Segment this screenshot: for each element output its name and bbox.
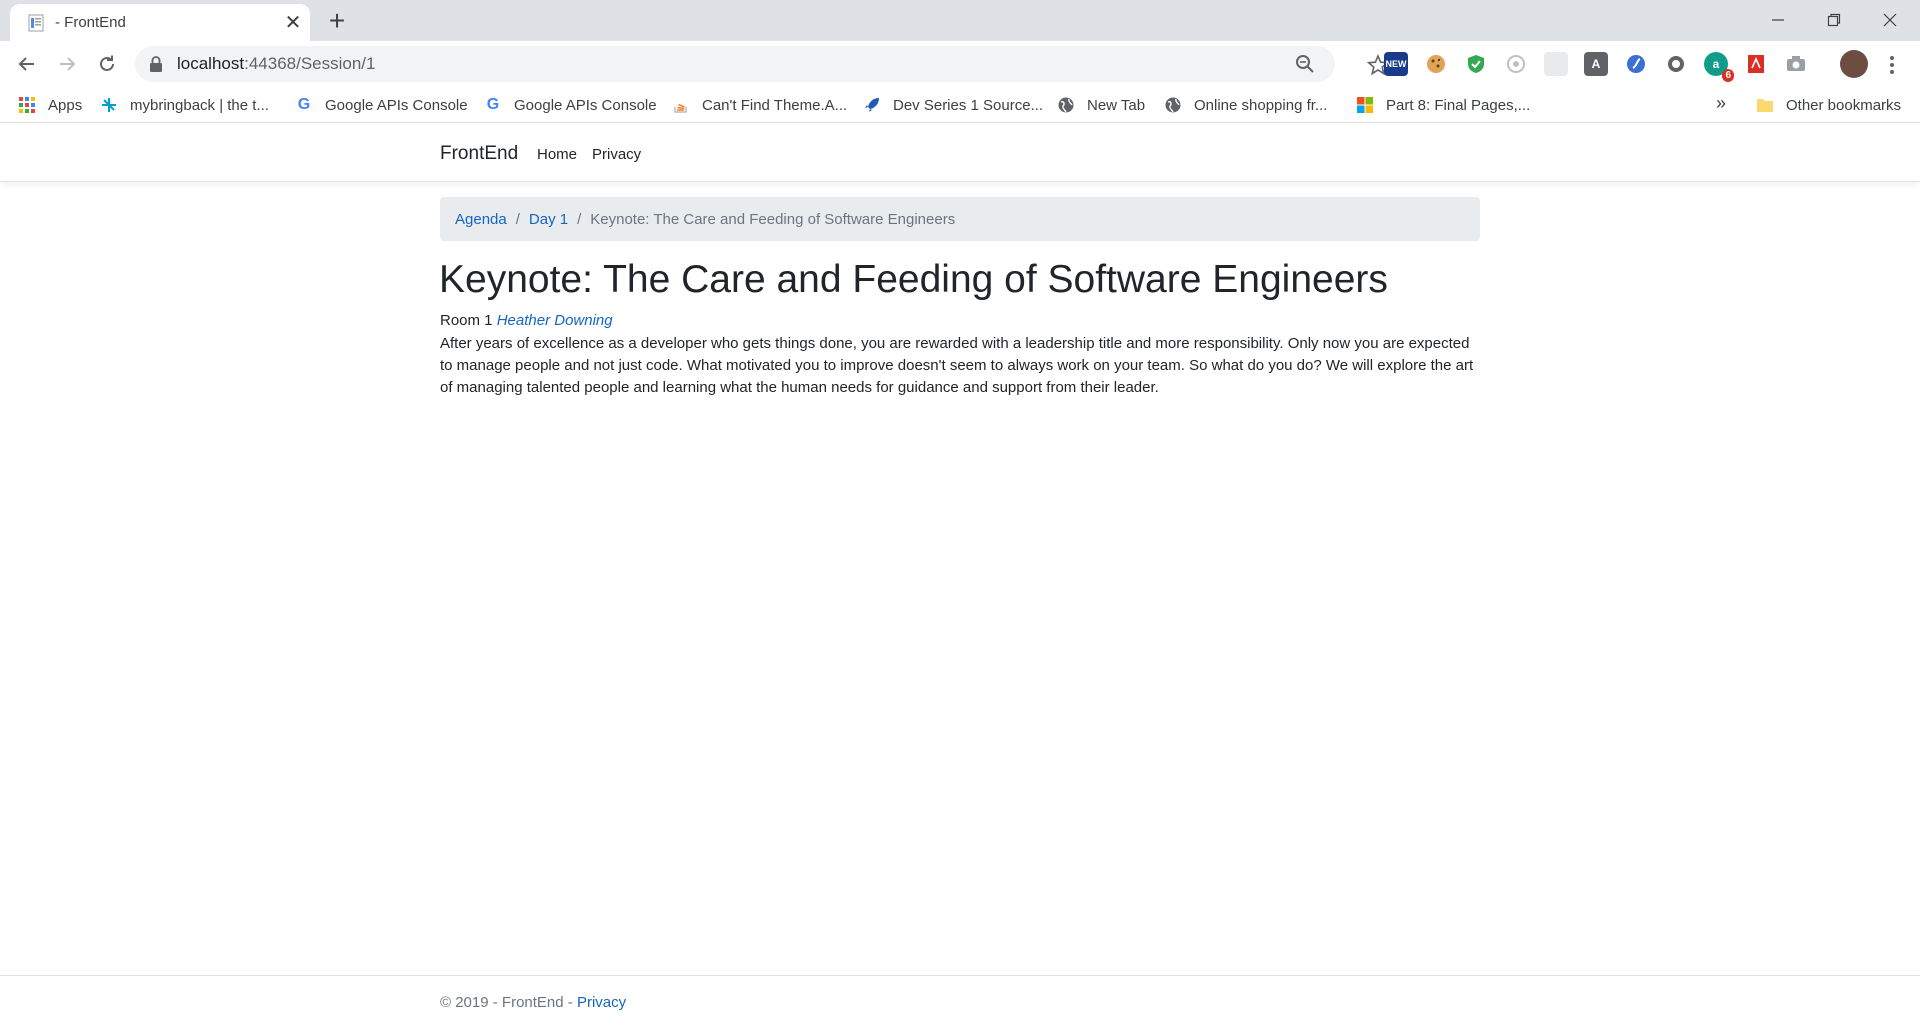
new-tab-button[interactable]: +: [322, 6, 352, 36]
zoom-icon[interactable]: [1295, 54, 1315, 74]
circle-icon: [1668, 56, 1684, 72]
pdf-extension-icon[interactable]: [1744, 52, 1768, 76]
timer-extension-icon[interactable]: [1504, 52, 1528, 76]
site-footer: © 2019 - FrontEnd - Privacy: [0, 975, 1920, 1030]
mybringback-icon: [102, 98, 116, 112]
back-button[interactable]: [13, 50, 41, 78]
profile-avatar[interactable]: [1840, 50, 1868, 78]
reload-icon: [100, 55, 114, 71]
microsoft-icon: [1357, 97, 1373, 113]
folder-icon: [1757, 99, 1773, 112]
close-icon: [1883, 13, 1897, 27]
bookmark-google-apis-2[interactable]: G Google APIs Console: [484, 94, 657, 116]
session-meta: Room 1 Heather Downing: [440, 312, 613, 329]
tab-title: - FrontEnd: [55, 14, 126, 31]
forward-button[interactable]: [53, 50, 81, 78]
cookie-icon: [1427, 55, 1445, 73]
bookmark-label: Google APIs Console: [325, 96, 468, 114]
bookmark-other-bookmarks[interactable]: Other bookmarks: [1756, 94, 1901, 116]
bookmark-apps[interactable]: Apps: [18, 94, 82, 116]
minimize-icon: [1772, 19, 1784, 21]
bookmark-label: Part 8: Final Pages,...: [1386, 96, 1531, 114]
bookmark-label: mybringback | the t...: [130, 96, 269, 114]
back-arrow-icon: [18, 57, 34, 71]
loop-icon: [1627, 55, 1645, 73]
bookmark-label: Apps: [48, 96, 83, 114]
bookmark-label: New Tab: [1087, 96, 1146, 114]
google-icon: G: [297, 96, 311, 113]
session-room: Room 1: [440, 312, 493, 329]
breadcrumb: Agenda / Day 1 / Keynote: The Care and F…: [440, 197, 1480, 241]
extension-badge: 6: [1722, 69, 1734, 82]
bookmark-label: Online shopping fr...: [1194, 96, 1328, 114]
bookmark-label: Can't Find Theme.A...: [702, 96, 848, 114]
bookmark-google-apis-1[interactable]: G Google APIs Console: [295, 94, 468, 116]
minimize-button[interactable]: [1750, 2, 1806, 38]
page-icon: [28, 14, 44, 32]
breadcrumb-link-day[interactable]: Day 1: [529, 211, 568, 228]
bookmarks-bar: Apps mybringback | the t... G Google API…: [0, 87, 1920, 123]
timer-icon: [1507, 55, 1525, 73]
address-bar[interactable]: localhost:44368/Session/1: [135, 46, 1389, 82]
footer-text: © 2019 - FrontEnd - Privacy: [440, 994, 626, 1011]
globe-icon: [1165, 97, 1181, 113]
stackoverflow-icon: [674, 103, 687, 113]
bookmark-label: Dev Series 1 Source...: [893, 96, 1044, 114]
breadcrumb-separator: /: [515, 210, 520, 228]
font-extension-icon[interactable]: A: [1584, 52, 1608, 76]
url-text: localhost:44368/Session/1: [177, 54, 376, 74]
bookmark-label: Other bookmarks: [1786, 96, 1902, 114]
camera-icon: [1787, 56, 1805, 71]
news-extension-icon[interactable]: NEW: [1384, 52, 1408, 76]
breadcrumb-link-agenda[interactable]: Agenda: [455, 211, 507, 228]
speaker-link[interactable]: Heather Downing: [497, 312, 613, 329]
circle-extension-icon[interactable]: [1664, 52, 1688, 76]
site-brand[interactable]: FrontEnd: [440, 143, 518, 165]
nav-link-home[interactable]: Home: [537, 146, 577, 163]
forward-arrow-icon: [60, 57, 76, 71]
rocket-icon: [865, 98, 879, 112]
google-icon: G: [486, 96, 500, 113]
loop-extension-icon[interactable]: [1624, 52, 1648, 76]
bookmarks-overflow-icon[interactable]: »: [1716, 93, 1726, 114]
session-description: After years of excellence as a developer…: [440, 335, 1474, 396]
page-viewport: FrontEnd Home Privacy Agenda / Day 1 / K…: [0, 128, 1920, 1030]
camera-extension-icon[interactable]: [1784, 52, 1808, 76]
bookmark-mybringback[interactable]: mybringback | the t...: [100, 94, 269, 116]
restore-icon: [1827, 13, 1841, 27]
tab-close-icon[interactable]: ✕: [282, 12, 304, 34]
bookmark-dev-series[interactable]: Dev Series 1 Source...: [863, 94, 1043, 116]
shield-icon: [1468, 55, 1484, 73]
url-host: localhost: [177, 54, 245, 73]
bookmark-new-tab[interactable]: New Tab: [1057, 94, 1145, 116]
reload-button[interactable]: [93, 50, 121, 78]
page-title: Keynote: The Care and Feeding of Softwar…: [439, 258, 1388, 301]
bookmark-cant-find-theme[interactable]: Can't Find Theme.A...: [672, 94, 847, 116]
cookie-extension-icon[interactable]: [1424, 52, 1448, 76]
pdf-icon: [1748, 55, 1764, 73]
grammar-extension-icon[interactable]: a 6: [1704, 52, 1734, 82]
apps-grid-icon: [19, 97, 35, 113]
lock-icon: [150, 56, 162, 72]
bookmark-label: Google APIs Console: [514, 96, 657, 114]
shield-extension-icon[interactable]: [1464, 52, 1488, 76]
bookmark-part-8[interactable]: Part 8: Final Pages,...: [1356, 94, 1530, 116]
nav-link-privacy[interactable]: Privacy: [592, 146, 641, 163]
restore-button[interactable]: [1806, 2, 1862, 38]
browser-tabstrip: - FrontEnd ✕ +: [0, 0, 1920, 41]
breadcrumb-separator: /: [577, 210, 582, 228]
breadcrumb-current: Keynote: The Care and Feeding of Softwar…: [590, 210, 956, 228]
browser-tab[interactable]: - FrontEnd ✕: [10, 4, 310, 41]
footer-privacy-link[interactable]: Privacy: [577, 994, 626, 1011]
globe-icon: [1058, 97, 1074, 113]
footer-copyright: © 2019 - FrontEnd -: [440, 994, 577, 1011]
bookmark-online-shopping[interactable]: Online shopping fr...: [1164, 94, 1327, 116]
close-window-button[interactable]: [1862, 2, 1918, 38]
more-menu-icon[interactable]: [1882, 53, 1902, 77]
browser-toolbar: localhost:44368/Session/1 NEW A a 6: [0, 41, 1920, 87]
url-path: :44368/Session/1: [244, 54, 376, 73]
site-navbar: FrontEnd Home Privacy: [0, 128, 1920, 182]
blank-extension-icon[interactable]: [1544, 52, 1568, 76]
